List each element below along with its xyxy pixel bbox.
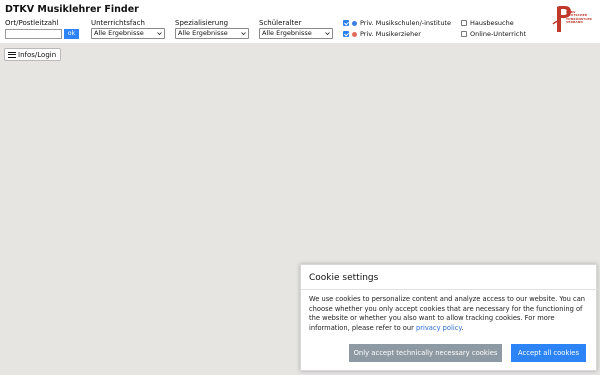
- checkbox-music-educators-label: Priv. Musikerzieher: [360, 30, 421, 38]
- ok-button[interactable]: ok: [64, 29, 79, 39]
- chevron-down-icon: [241, 31, 246, 36]
- student-age-select-value: Alle Ergebnisse: [262, 29, 312, 37]
- checkbox-online-lessons-label: Online-Unterricht: [470, 30, 527, 38]
- subject-select[interactable]: Alle Ergebnisse: [91, 28, 165, 39]
- app-title: DTKV Musiklehrer Finder: [5, 4, 139, 15]
- subject-select-value: Alle Ergebnisse: [94, 29, 144, 37]
- checkbox-icon[interactable]: [461, 20, 467, 26]
- checkbox-music-educators[interactable]: Priv. Musikerzieher: [343, 30, 421, 38]
- privacy-policy-link[interactable]: privacy policy: [416, 324, 461, 332]
- specialization-select-value: Alle Ergebnisse: [178, 29, 228, 37]
- blue-marker-dot: [352, 20, 357, 26]
- cookie-dialog-title: Cookie settings: [309, 273, 379, 283]
- red-marker-dot: [352, 31, 357, 37]
- menu-icon: [8, 51, 16, 58]
- infos-login-label: Infos/Login: [18, 50, 57, 59]
- accept-all-button[interactable]: Accept all cookies: [511, 344, 586, 362]
- infos-login-button[interactable]: Infos/Login: [4, 48, 62, 61]
- student-age-select[interactable]: Alle Ergebnisse: [259, 28, 333, 39]
- logo-text: DTKV DEUTSCHER TONKÜNSTLER VERBAND: [566, 10, 592, 24]
- student-age-label: Schüleralter: [259, 19, 302, 27]
- subject-label: Unterrichtsfach: [91, 19, 145, 27]
- header-bar: DTKV Musiklehrer Finder Ort/Postleitzahl…: [0, 0, 600, 43]
- checkbox-icon[interactable]: [461, 31, 467, 37]
- chevron-down-icon: [157, 31, 162, 36]
- checkbox-home-visits-label: Hausbesuche: [470, 19, 514, 27]
- specialization-select[interactable]: Alle Ergebnisse: [175, 28, 249, 39]
- divider: [301, 289, 598, 290]
- cookie-dialog: Cookie settings We use cookies to person…: [300, 264, 598, 371]
- specialization-label: Spezialisierung: [175, 19, 229, 27]
- accept-necessary-button[interactable]: Only accept technically necessary cookie…: [349, 344, 502, 362]
- chevron-down-icon: [325, 31, 330, 36]
- location-input[interactable]: [5, 29, 62, 39]
- checkbox-music-schools[interactable]: Priv. Musikschulen/-institute: [343, 19, 451, 27]
- cookie-dialog-text: We use cookies to personalize content an…: [309, 295, 586, 332]
- checkbox-home-visits[interactable]: Hausbesuche: [461, 19, 514, 27]
- dtkv-logo: DTKV DEUTSCHER TONKÜNSTLER VERBAND: [551, 4, 592, 34]
- checkbox-music-schools-label: Priv. Musikschulen/-institute: [360, 19, 451, 27]
- checkbox-online-lessons[interactable]: Online-Unterricht: [461, 30, 526, 38]
- checkbox-checked-icon[interactable]: [343, 20, 349, 26]
- location-label: Ort/Postleitzahl: [5, 19, 59, 27]
- checkbox-checked-icon[interactable]: [343, 31, 349, 37]
